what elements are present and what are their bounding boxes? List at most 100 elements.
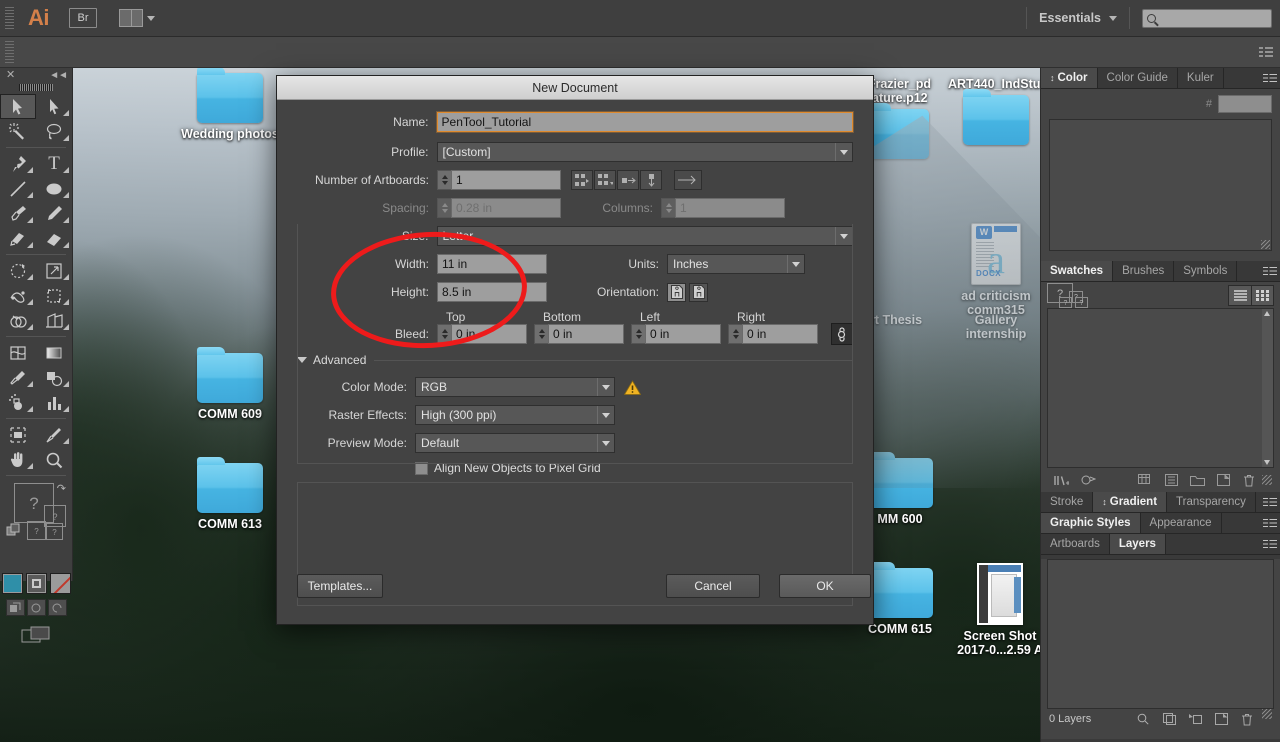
tool-magic-wand[interactable] — [0, 119, 36, 144]
tool-blob-brush[interactable] — [0, 226, 36, 251]
draw-inside-button[interactable] — [47, 599, 67, 616]
none-swatch[interactable] — [49, 573, 71, 594]
tool-artboard[interactable] — [0, 422, 36, 447]
tool-type[interactable]: T — [36, 151, 72, 176]
chevron-down-icon[interactable] — [1109, 15, 1117, 21]
new-color-group-button[interactable] — [1132, 470, 1158, 490]
tool-pencil[interactable] — [36, 201, 72, 226]
draw-behind-button[interactable] — [26, 599, 46, 616]
tool-gradient[interactable] — [36, 340, 72, 365]
tool-scale[interactable] — [36, 258, 72, 283]
scroll-down-arrow[interactable] — [1264, 460, 1270, 465]
swap-fill-stroke-icon[interactable]: ↷ — [57, 482, 66, 495]
control-bar-menu-icon[interactable] — [1258, 44, 1274, 60]
desktop-icon-ad-criticism[interactable]: W a DOCX ad criticism comm315 — [948, 223, 1044, 317]
tool-eraser[interactable] — [36, 226, 72, 251]
desktop-icon-comm-609[interactable]: COMM 609 — [178, 347, 282, 421]
tab-gradient[interactable]: ↕ Gradient — [1093, 492, 1168, 512]
tab-layers[interactable]: Layers — [1109, 534, 1166, 554]
locate-object-button[interactable] — [1130, 709, 1156, 729]
swatches-scrollbar[interactable] — [1262, 309, 1273, 467]
tab-swatches[interactable]: Swatches — [1041, 261, 1114, 281]
new-swatch-button[interactable] — [1210, 470, 1236, 490]
tool-shape-builder[interactable] — [0, 308, 36, 333]
default-fill-stroke-icon[interactable] — [6, 523, 22, 539]
tool-zoom[interactable] — [36, 447, 72, 472]
tool-column-graph[interactable] — [36, 390, 72, 415]
graphic-styles-menu-button[interactable] — [1260, 513, 1280, 533]
desktop-icon-art440-indstudy[interactable]: ART440_IndStudy — [948, 73, 1055, 145]
tab-color[interactable]: ↕ Color — [1041, 68, 1098, 88]
tab-appearance[interactable]: Appearance — [1140, 513, 1222, 533]
arrange-by-row-button[interactable] — [617, 170, 639, 190]
cancel-button[interactable]: Cancel — [666, 574, 760, 598]
create-new-layer-button[interactable] — [1208, 709, 1234, 729]
resize-grip[interactable] — [1262, 475, 1272, 485]
color-panel-menu-button[interactable] — [1260, 68, 1280, 88]
tool-selection[interactable] — [0, 94, 36, 119]
document-name-input[interactable]: PenTool_Tutorial — [436, 112, 853, 132]
stroke-panel-menu-button[interactable] — [1260, 492, 1280, 512]
ok-button[interactable]: OK — [779, 574, 871, 598]
tab-graphic-styles[interactable]: Graphic Styles — [1041, 513, 1141, 533]
templates-button[interactable]: Templates... — [297, 574, 383, 598]
stroke-color-swatch[interactable] — [25, 573, 47, 594]
scroll-up-arrow[interactable] — [1264, 311, 1270, 316]
tool-free-transform[interactable] — [36, 283, 72, 308]
quick-mark-4[interactable]: ? — [46, 523, 63, 540]
fill-color-swatch[interactable] — [1, 573, 23, 594]
tool-paintbrush[interactable] — [0, 201, 36, 226]
swatch-libraries-button[interactable] — [1049, 470, 1075, 490]
screen-mode-button[interactable] — [0, 625, 72, 645]
grid-by-row-button[interactable] — [571, 170, 593, 190]
tab-artboards[interactable]: Artboards — [1041, 534, 1110, 554]
swatch-options-button[interactable] — [1158, 470, 1184, 490]
close-icon[interactable]: ✕ — [6, 70, 15, 81]
controlbar-grip[interactable] — [5, 41, 14, 63]
help-search-input[interactable] — [1142, 8, 1272, 28]
tab-kuler[interactable]: Kuler — [1177, 68, 1224, 88]
new-swatch-folder-button[interactable] — [1184, 470, 1210, 490]
stepper-down-icon[interactable] — [441, 181, 448, 185]
tab-stroke[interactable]: Stroke — [1041, 492, 1094, 512]
delete-layer-button[interactable] — [1234, 709, 1260, 729]
grid-view-button[interactable] — [1251, 285, 1273, 305]
desktop-icon-wedding-photos[interactable]: Wedding photos — [178, 68, 282, 141]
list-view-button[interactable] — [1229, 285, 1251, 305]
quick-mark-3[interactable]: ? — [27, 521, 46, 540]
tool-blend[interactable] — [36, 365, 72, 390]
tool-pen[interactable] — [0, 151, 36, 176]
bridge-button[interactable]: Br — [69, 8, 97, 28]
make-release-sublayer-button[interactable] — [1182, 709, 1208, 729]
tool-symbol-sprayer[interactable] — [0, 390, 36, 415]
tool-direct-selection[interactable] — [36, 94, 72, 119]
swatches-panel-menu-button[interactable] — [1260, 261, 1280, 281]
change-to-right-to-left-button[interactable] — [674, 170, 702, 190]
menubar-grip[interactable] — [5, 7, 14, 29]
show-swatch-kinds-button[interactable] — [1075, 470, 1101, 490]
desktop-icon-screen-shot[interactable]: Screen Shot 2017-0...2.59 A — [948, 563, 1052, 657]
tool-lasso[interactable] — [36, 119, 72, 144]
make-clipping-mask-button[interactable] — [1156, 709, 1182, 729]
artboards-spinner[interactable]: 1 — [437, 170, 561, 190]
arrange-by-column-button[interactable] — [640, 170, 662, 190]
layers-panel-menu-button[interactable] — [1260, 534, 1280, 554]
tab-brushes[interactable]: Brushes — [1113, 261, 1175, 281]
workspace-switcher[interactable]: Essentials — [1039, 11, 1101, 25]
delete-swatch-button[interactable] — [1236, 470, 1262, 490]
tab-transparency[interactable]: Transparency — [1167, 492, 1256, 512]
collapse-icon[interactable]: ◄◄ — [49, 70, 68, 81]
tool-ellipse[interactable] — [36, 176, 72, 201]
draw-normal-button[interactable] — [5, 599, 25, 616]
grid-by-column-button[interactable] — [594, 170, 616, 190]
tool-rotate[interactable] — [0, 258, 36, 283]
tool-line-segment[interactable] — [0, 176, 36, 201]
tool-mesh[interactable] — [0, 340, 36, 365]
arrange-documents-button[interactable] — [119, 9, 155, 27]
stepper-buttons[interactable] — [437, 170, 451, 190]
color-spectrum[interactable] — [1049, 119, 1272, 251]
layers-list[interactable] — [1047, 559, 1274, 709]
stepper-up-icon[interactable] — [441, 175, 448, 179]
profile-select[interactable]: [Custom] — [436, 142, 853, 162]
desktop-icon-comm-613[interactable]: COMM 613 — [178, 457, 282, 531]
